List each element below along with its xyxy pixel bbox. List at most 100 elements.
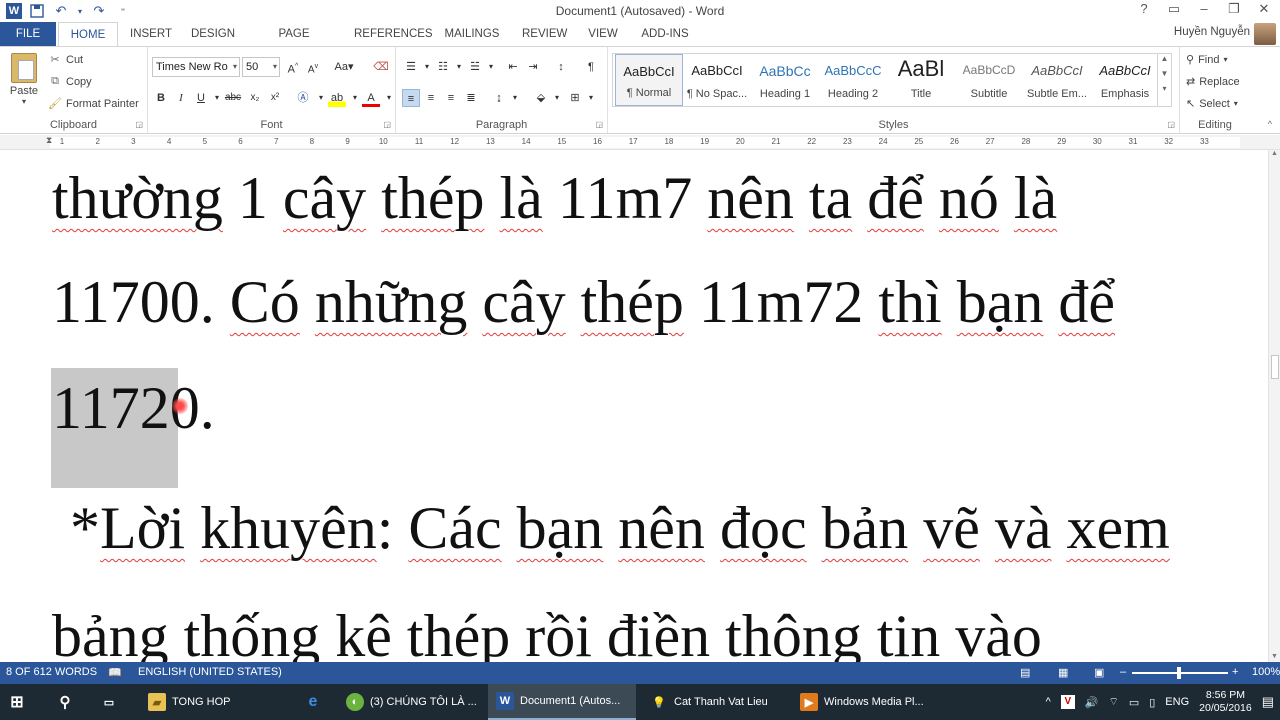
grow-font-icon[interactable]: A^ — [284, 58, 302, 76]
proofing-icon[interactable]: 📖 — [108, 666, 122, 679]
taskbar-item-word[interactable]: W Document1 (Autos... — [488, 684, 636, 720]
styles-gallery-scroll[interactable]: ▲ ▼ ▾ — [1157, 54, 1171, 106]
tab-references[interactable]: REFERENCES — [354, 22, 433, 46]
avatar[interactable] — [1254, 23, 1276, 45]
taskbar-item-coccoc[interactable]: ◐ (3) CHÚNG TÔI LÀ ... — [338, 684, 486, 720]
zoom-out-icon[interactable]: – — [1120, 666, 1126, 678]
zoom-slider-knob[interactable] — [1177, 667, 1181, 679]
tab-mailings[interactable]: MAILINGS — [444, 22, 500, 46]
show-hidden-icons-icon[interactable]: ^ — [1046, 696, 1051, 708]
styles-launcher-icon[interactable]: ◲ — [1167, 120, 1175, 129]
taskbar-item-lightbulb[interactable]: 💡 Cat Thanh Vat Lieu — [642, 684, 792, 720]
find-dropdown-icon[interactable]: ▾ — [1223, 55, 1227, 64]
user-name[interactable]: Huyền Nguyễn — [1174, 26, 1250, 38]
increase-indent-icon[interactable]: ⇥ — [524, 58, 542, 76]
battery-icon[interactable]: ▭ — [1129, 696, 1139, 709]
line-spacing-dropdown-icon[interactable]: ▾ — [506, 89, 524, 107]
gallery-more-icon[interactable]: ▾ — [1158, 84, 1171, 93]
font-size-combo[interactable]: 50 ▾ — [242, 57, 280, 77]
superscript-icon[interactable]: x² — [266, 89, 284, 107]
font-size-dropdown-icon[interactable]: ▾ — [273, 58, 277, 76]
doc-line-5[interactable]: bảng thống kê thép rồi điền thông tin và… — [52, 606, 1042, 662]
web-layout-icon[interactable]: ▣ — [1094, 666, 1104, 679]
clear-formatting-icon[interactable]: ⌫ — [372, 58, 390, 76]
close-button[interactable]: ✕ — [1256, 1, 1272, 17]
action-center-icon[interactable]: ▯ — [1149, 696, 1155, 709]
cut-button[interactable]: ✂ Cut — [48, 53, 83, 67]
start-button[interactable]: ⊞ — [0, 684, 48, 720]
collapse-ribbon-icon[interactable]: ^ — [1268, 119, 1272, 129]
format-painter-button[interactable]: 🖌 Format Painter — [48, 97, 139, 111]
highlight-icon[interactable]: ab — [328, 89, 346, 107]
shading-dropdown-icon[interactable]: ▾ — [548, 89, 566, 107]
style-no-spacing[interactable]: AaBbCcI ¶ No Spac... — [683, 54, 751, 106]
style-heading-2[interactable]: AaBbCcC Heading 2 — [819, 54, 887, 106]
font-name-combo[interactable]: Times New Ro ▾ — [152, 57, 240, 77]
style-normal[interactable]: AaBbCcI ¶ Normal — [615, 54, 683, 106]
taskbar-item-folder[interactable]: ▰ TONG HOP — [140, 684, 292, 720]
wifi-icon[interactable]: ⌔ — [1108, 695, 1118, 709]
strikethrough-icon[interactable]: abc — [224, 89, 242, 107]
style-title[interactable]: AaBl Title — [887, 54, 955, 106]
unikey-icon[interactable]: V — [1060, 695, 1075, 709]
taskbar-item-media-player[interactable]: ▶ Windows Media Pl... — [792, 684, 942, 720]
tab-review[interactable]: REVIEW — [522, 22, 567, 46]
taskbar-item-edge[interactable]: e — [296, 684, 336, 720]
paste-button[interactable]: Paste ▾ — [8, 53, 40, 106]
zoom-in-icon[interactable]: + — [1232, 666, 1238, 678]
input-language[interactable]: ENG — [1165, 696, 1189, 708]
borders-dropdown-icon[interactable]: ▾ — [582, 89, 600, 107]
language-status[interactable]: ENGLISH (UNITED STATES) — [138, 666, 282, 678]
multilevel-dropdown-icon[interactable]: ▾ — [482, 58, 500, 76]
tab-view[interactable]: VIEW — [588, 22, 618, 46]
tab-design[interactable]: DESIGN — [190, 22, 236, 46]
clock[interactable]: 8:56 PM 20/05/2016 — [1199, 689, 1252, 715]
ribbon-display-options-icon[interactable]: ▭ — [1166, 1, 1182, 17]
show-hide-marks-icon[interactable]: ¶ — [582, 58, 600, 76]
tab-insert[interactable]: INSERT — [130, 22, 172, 46]
word-count[interactable]: 8 OF 612 WORDS — [6, 666, 97, 678]
doc-line-2[interactable]: 11700. Có những cây thép 11m72 thì bạn đ… — [52, 272, 1115, 332]
align-left-icon[interactable]: ≡ — [402, 89, 420, 107]
tab-page-layout[interactable]: PAGE LAYOUT — [256, 22, 332, 64]
clipboard-launcher-icon[interactable]: ◲ — [135, 120, 143, 129]
select-button[interactable]: ↖ Select ▾ — [1186, 97, 1238, 111]
subscript-icon[interactable]: x₂ — [246, 89, 264, 107]
notifications-icon[interactable]: ▤ — [1262, 694, 1274, 710]
style-emphasis[interactable]: AaBbCcI Emphasis — [1091, 54, 1159, 106]
decrease-indent-icon[interactable]: ⇤ — [504, 58, 522, 76]
text-effects-icon[interactable]: Ⓐ — [294, 89, 312, 107]
gallery-up-icon[interactable]: ▲ — [1158, 54, 1171, 63]
read-mode-icon[interactable]: ▤ — [1020, 666, 1030, 679]
paragraph-launcher-icon[interactable]: ◲ — [595, 120, 603, 129]
volume-icon[interactable]: 🔊 — [1085, 696, 1099, 709]
vertical-scrollbar[interactable]: ▲ ▼ — [1268, 150, 1280, 662]
document-canvas[interactable]: thường 1 cây thép là 11m7 nên ta để nó l… — [0, 150, 1268, 662]
style-heading-1[interactable]: AaBbCc Heading 1 — [751, 54, 819, 106]
scroll-thumb[interactable] — [1271, 355, 1279, 379]
style-subtitle[interactable]: AaBbCcD Subtitle — [955, 54, 1023, 106]
scroll-up-icon[interactable]: ▲ — [1269, 150, 1280, 157]
restore-button[interactable]: ❐ — [1226, 1, 1242, 17]
font-launcher-icon[interactable]: ◲ — [383, 120, 391, 129]
tab-file[interactable]: FILE — [0, 22, 56, 46]
horizontal-ruler[interactable]: 1 2 3 4 5 6 7 8 9 10 11 12 13 14 15 16 17 18 19 20 21 22 23 24 2… — [0, 135, 1280, 150]
font-color-icon[interactable]: A — [362, 89, 380, 107]
justify-icon[interactable]: ≣ — [462, 89, 480, 107]
find-button[interactable]: ⚲ Find ▾ — [1186, 53, 1227, 67]
align-right-icon[interactable]: ≡ — [442, 89, 460, 107]
select-dropdown-icon[interactable]: ▾ — [1234, 99, 1238, 108]
task-view-button[interactable]: ▭ — [92, 684, 136, 720]
replace-button[interactable]: ⇄ Replace — [1186, 75, 1240, 89]
scroll-down-icon[interactable]: ▼ — [1269, 653, 1280, 660]
copy-button[interactable]: ⧉ Copy — [48, 75, 92, 88]
minimize-button[interactable]: – — [1196, 1, 1212, 17]
doc-line-4[interactable]: *Lời khuyên: Các bạn nên đọc bản vẽ và x… — [70, 498, 1170, 558]
print-layout-icon[interactable]: ▦ — [1058, 666, 1068, 679]
italic-icon[interactable]: I — [172, 89, 190, 107]
indent-marker-icon[interactable]: ⧗ — [46, 135, 54, 150]
bold-icon[interactable]: B — [152, 89, 170, 107]
zoom-level[interactable]: 100% — [1252, 666, 1280, 678]
doc-line-3[interactable]: 11720. — [52, 378, 215, 438]
align-center-icon[interactable]: ≡ — [422, 89, 440, 107]
